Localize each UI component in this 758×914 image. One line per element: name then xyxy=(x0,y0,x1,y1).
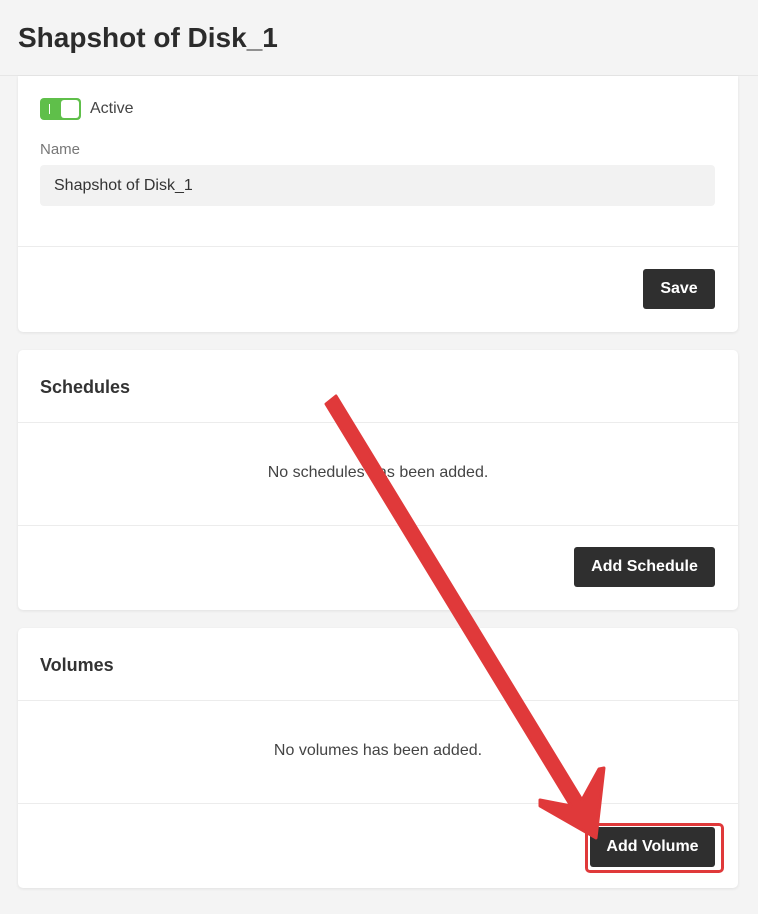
active-toggle[interactable] xyxy=(40,98,81,120)
divider xyxy=(18,803,738,804)
divider xyxy=(18,422,738,423)
active-label: Active xyxy=(90,100,134,117)
divider xyxy=(18,700,738,701)
page-title: Shapshot of Disk_1 xyxy=(18,22,278,53)
toggle-knob xyxy=(61,100,79,118)
volumes-empty-message: No volumes has been added. xyxy=(273,742,483,759)
name-label: Name xyxy=(40,141,81,158)
volumes-card: Volumes No volumes has been added. Add V… xyxy=(18,628,738,888)
schedules-empty-message: No schedules has been added. xyxy=(267,464,489,481)
page-header: Shapshot of Disk_1 xyxy=(0,0,758,76)
schedules-title: Schedules xyxy=(40,377,131,397)
schedules-card: Schedules No schedules has been added. A… xyxy=(18,350,738,610)
add-volume-button[interactable]: Add Volume xyxy=(590,827,715,867)
save-button[interactable]: Save xyxy=(643,269,715,309)
divider xyxy=(18,246,738,247)
add-schedule-button[interactable]: Add Schedule xyxy=(574,547,715,587)
divider xyxy=(18,525,738,526)
volumes-title: Volumes xyxy=(40,655,114,675)
name-input[interactable] xyxy=(40,165,715,206)
toggle-on-mark xyxy=(49,104,50,114)
general-settings-card: Active Name Save xyxy=(18,76,738,332)
